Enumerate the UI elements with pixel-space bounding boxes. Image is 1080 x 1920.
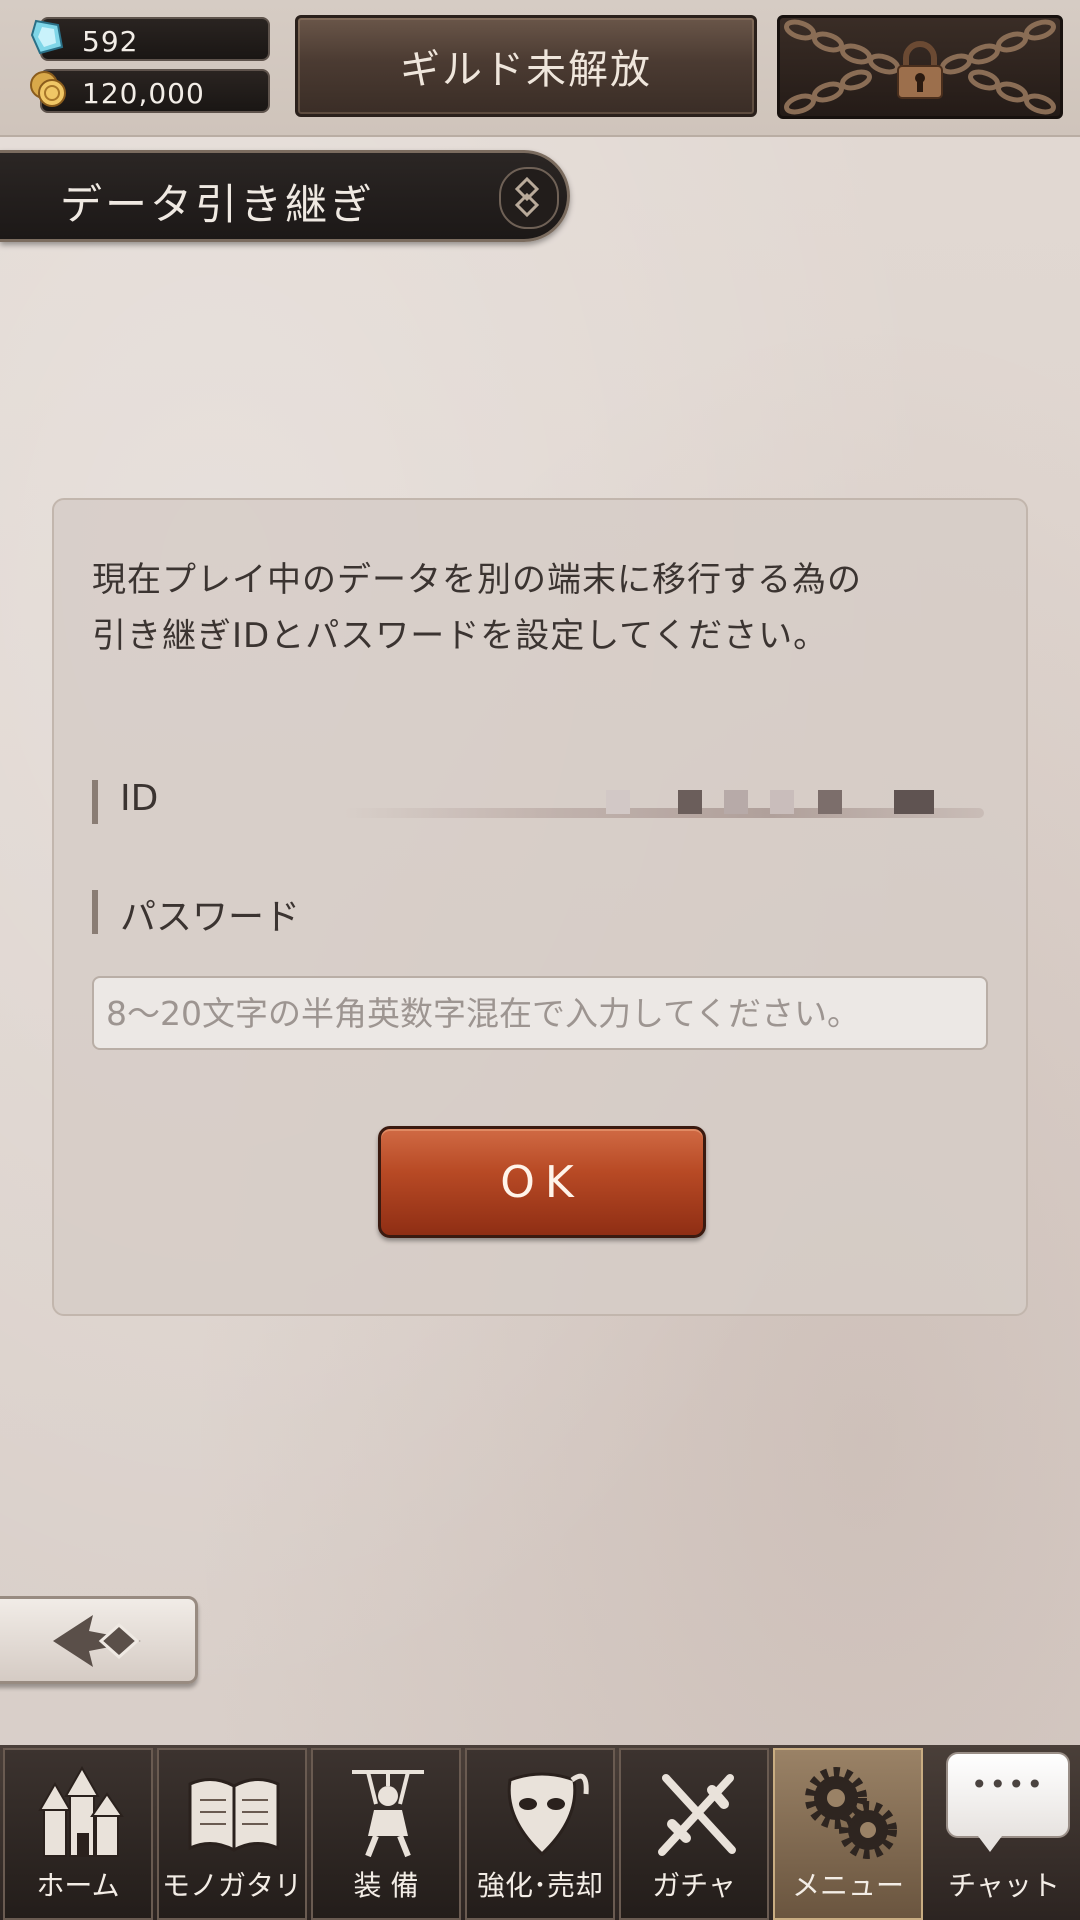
nav-gacha-label: ガチャ bbox=[652, 1869, 736, 1902]
nav-story-label: モノガタリ bbox=[161, 1869, 302, 1902]
padlock-icon bbox=[897, 41, 943, 99]
chat-label: チャット bbox=[948, 1869, 1060, 1902]
chat-bubble-dots: •••• bbox=[970, 1768, 1046, 1801]
ornament-icon bbox=[499, 167, 559, 229]
nav-equipment[interactable]: 装 備 bbox=[311, 1748, 461, 1920]
home-castle-icon bbox=[38, 1765, 124, 1857]
gacha-swords-icon bbox=[658, 1774, 736, 1856]
chat-bubble-icon: •••• bbox=[946, 1752, 1070, 1852]
id-label: ID bbox=[92, 778, 159, 824]
menu-gears-icon bbox=[805, 1767, 897, 1859]
nav-story[interactable]: モノガタリ bbox=[157, 1748, 307, 1920]
ok-button-label: OK bbox=[500, 1156, 584, 1208]
back-arrow-icon bbox=[53, 1615, 141, 1667]
enhance-mask-icon bbox=[507, 1772, 589, 1857]
page-title: データ引き継ぎ bbox=[60, 180, 376, 229]
nav-home-label: ホーム bbox=[36, 1869, 120, 1902]
dialog-description: 現在プレイ中のデータを別の端末に移行する為の 引き継ぎIDとパスワードを設定して… bbox=[92, 552, 992, 664]
page-title-banner: データ引き継ぎ bbox=[0, 150, 570, 242]
guild-button[interactable]: ギルド未解放 bbox=[295, 15, 757, 117]
password-label: パスワード bbox=[92, 888, 300, 940]
gold-counter: 120,000 bbox=[30, 69, 270, 113]
description-line-2: 引き継ぎIDとパスワードを設定してください。 bbox=[92, 616, 829, 656]
gold-coin-icon bbox=[30, 71, 66, 107]
password-input[interactable] bbox=[92, 976, 988, 1050]
equipment-puppet-icon bbox=[352, 1770, 424, 1858]
nav-enhance-label: 強化･売却 bbox=[476, 1869, 603, 1902]
nav-home[interactable]: ホーム bbox=[3, 1748, 153, 1920]
guild-label: ギルド未解放 bbox=[400, 47, 652, 93]
id-label-text: ID bbox=[120, 778, 159, 819]
nav-menu-label: メニュー bbox=[791, 1869, 904, 1902]
gold-count: 120,000 bbox=[82, 77, 205, 110]
data-transfer-dialog: 現在プレイ中のデータを別の端末に移行する為の 引き継ぎIDとパスワードを設定して… bbox=[52, 498, 1028, 1316]
story-book-icon bbox=[188, 1778, 280, 1852]
nav-enhance[interactable]: 強化･売却 bbox=[465, 1748, 615, 1920]
nav-gacha[interactable]: ガチャ bbox=[619, 1748, 769, 1920]
gem-counter: 592 bbox=[30, 17, 270, 61]
chat-button[interactable]: •••• チャット bbox=[928, 1752, 1080, 1920]
nav-menu[interactable]: メニュー bbox=[773, 1748, 923, 1920]
gem-icon bbox=[30, 19, 64, 55]
gem-count: 592 bbox=[82, 25, 139, 58]
locked-feature-button[interactable] bbox=[777, 15, 1063, 119]
bottom-navigation: ホーム モノガタリ 装 備 強化･売却 ガチャ メニュー bbox=[0, 1745, 1080, 1920]
description-line-1: 現在プレイ中のデータを別の端末に移行する為の bbox=[92, 560, 862, 600]
password-label-text: パスワード bbox=[120, 897, 301, 938]
top-bar: 592 120,000 ギルド未解放 bbox=[0, 0, 1080, 137]
back-button[interactable] bbox=[0, 1596, 198, 1684]
nav-equipment-label: 装 備 bbox=[353, 1869, 419, 1902]
ok-button[interactable]: OK bbox=[378, 1126, 706, 1238]
id-value-redacted bbox=[344, 776, 1040, 828]
